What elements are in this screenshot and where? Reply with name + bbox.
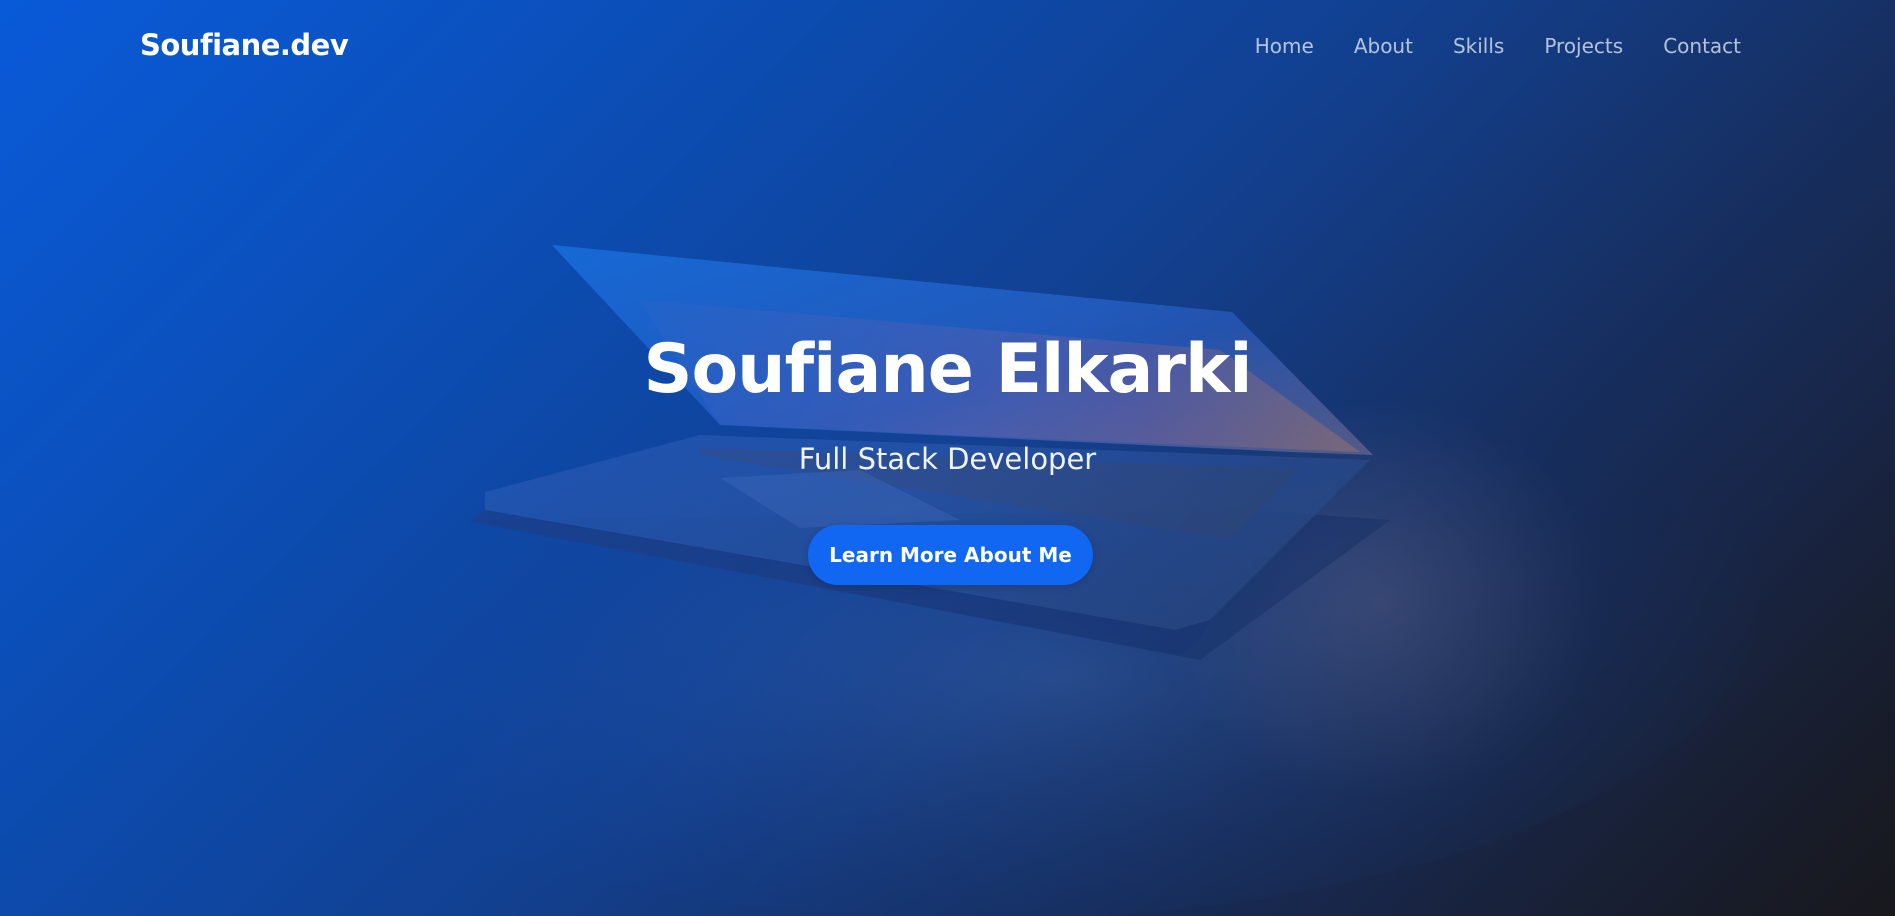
nav-link-skills[interactable]: Skills <box>1453 34 1504 58</box>
nav-link-contact[interactable]: Contact <box>1663 34 1741 58</box>
nav-link-about[interactable]: About <box>1354 34 1413 58</box>
nav-item-skills: Skills <box>1453 34 1504 58</box>
nav-item-home: Home <box>1255 34 1314 58</box>
nav-links: Home About Skills Projects Contact <box>1255 34 1741 58</box>
hero-subtitle: Full Stack Developer <box>798 442 1097 476</box>
nav-link-home[interactable]: Home <box>1255 34 1314 58</box>
navbar: Soufiane.dev Home About Skills Projects … <box>0 0 1895 96</box>
nav-item-projects: Projects <box>1544 34 1623 58</box>
learn-more-button[interactable]: Learn More About Me <box>808 525 1093 585</box>
nav-item-contact: Contact <box>1663 34 1741 58</box>
hero-section: Soufiane.dev Home About Skills Projects … <box>0 0 1895 916</box>
brand-logo-link[interactable]: Soufiane.dev <box>140 28 349 62</box>
nav-item-about: About <box>1354 34 1413 58</box>
hero-content: Soufiane Elkarki Full Stack Developer Le… <box>0 0 1895 916</box>
hero-name-heading: Soufiane Elkarki <box>643 330 1252 409</box>
nav-link-projects[interactable]: Projects <box>1544 34 1623 58</box>
